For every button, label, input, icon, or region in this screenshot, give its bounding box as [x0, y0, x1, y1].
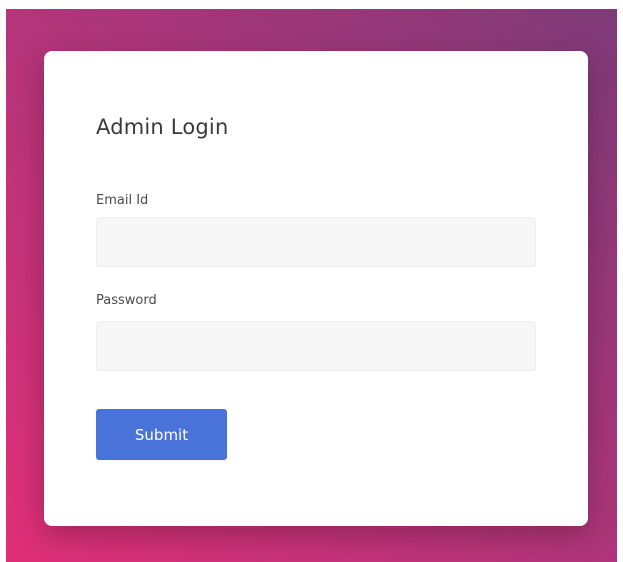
login-card: Admin Login Email Id Password Submit: [44, 51, 588, 526]
submit-button[interactable]: Submit: [96, 409, 227, 460]
page-title: Admin Login: [96, 115, 229, 139]
email-label: Email Id: [96, 193, 149, 208]
password-label: Password: [96, 293, 157, 308]
email-field[interactable]: [96, 217, 536, 267]
password-field[interactable]: [96, 321, 536, 371]
